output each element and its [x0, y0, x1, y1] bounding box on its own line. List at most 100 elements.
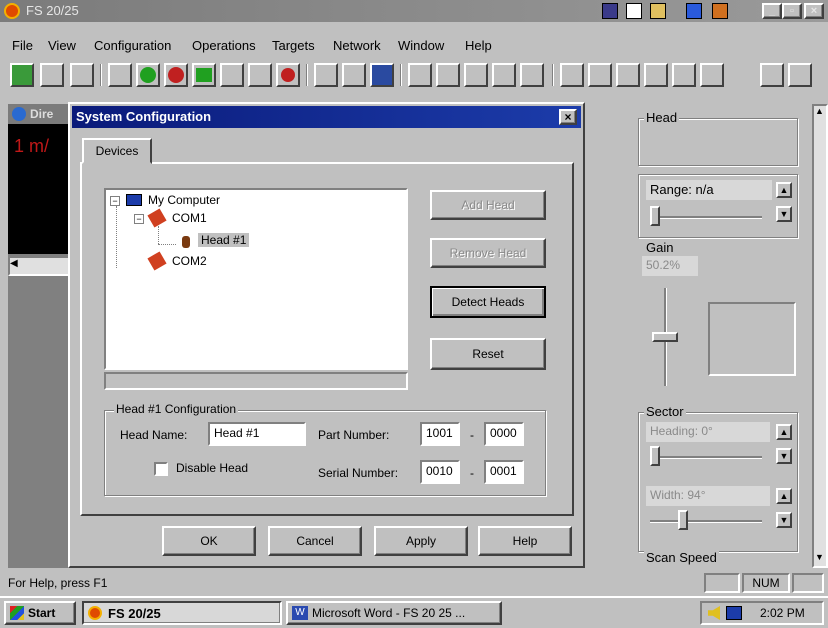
serial-number-input-2[interactable]: 0001 [484, 460, 524, 484]
menu-window[interactable]: Window [398, 38, 444, 53]
scroll-up-icon[interactable]: ▲ [815, 106, 824, 116]
bucket-icon[interactable] [672, 63, 696, 87]
part-number-input-2[interactable]: 0000 [484, 422, 524, 446]
crosshair-icon[interactable] [436, 63, 460, 87]
menu-file[interactable]: File [12, 38, 33, 53]
scroll-left-icon[interactable]: ◀ [10, 258, 18, 269]
heading-slider[interactable] [650, 446, 762, 468]
range-up-button[interactable]: ▲ [776, 182, 792, 198]
reset-button[interactable]: Reset [430, 338, 546, 370]
binoculars-icon[interactable] [40, 63, 64, 87]
run-icon[interactable] [136, 63, 160, 87]
grid-icon[interactable] [464, 63, 488, 87]
gain-slider-thumb[interactable] [652, 332, 678, 342]
gain-slider[interactable] [646, 288, 686, 388]
magnifier-icon[interactable] [760, 63, 784, 87]
serial-number-dash: - [470, 466, 474, 480]
heading-down-button[interactable]: ▼ [776, 448, 792, 464]
close-button[interactable]: × [804, 3, 824, 19]
paint-icon[interactable] [712, 3, 728, 19]
diamond-icon[interactable] [588, 63, 612, 87]
s-icon[interactable] [560, 63, 584, 87]
menu-network[interactable]: Network [333, 38, 381, 53]
minimize-button[interactable]: _ [762, 3, 782, 19]
windows-logo-icon [10, 606, 24, 620]
part-number-label: Part Number: [318, 428, 390, 442]
disable-head-checkbox[interactable] [154, 462, 168, 476]
fast-forward-icon[interactable] [220, 63, 244, 87]
menu-operations[interactable]: Operations [192, 38, 256, 53]
stop-icon[interactable] [164, 63, 188, 87]
range-readout: 1 m/ [14, 136, 50, 156]
window-cascade-icon[interactable] [626, 3, 642, 19]
width-up-button[interactable]: ▲ [776, 488, 792, 504]
task-fs2025[interactable]: FS 20/25 [82, 601, 282, 625]
volume-icon[interactable] [708, 606, 720, 620]
width-slider-thumb[interactable] [678, 510, 688, 530]
menu-targets[interactable]: Targets [272, 38, 315, 53]
pause-icon[interactable] [248, 63, 272, 87]
network-icon[interactable] [726, 606, 742, 620]
range-slider-thumb[interactable] [650, 206, 660, 226]
add-head-button[interactable]: Add Head [430, 190, 546, 220]
play-icon[interactable] [192, 63, 216, 87]
tab-devices[interactable]: Devices [82, 138, 152, 164]
clock[interactable]: 2:02 PM [760, 606, 805, 620]
menu-configuration[interactable]: Configuration [94, 38, 171, 53]
width-down-button[interactable]: ▼ [776, 512, 792, 528]
record-icon[interactable] [276, 63, 300, 87]
task-word-label: Microsoft Word - FS 20 25 ... [312, 606, 466, 620]
heading-up-button[interactable]: ▲ [776, 424, 792, 440]
refresh-icon[interactable] [314, 63, 338, 87]
zoom-region-icon[interactable] [492, 63, 516, 87]
left-window-display: 1 m/ [8, 124, 72, 254]
tree-item-com1[interactable]: COM1 [172, 211, 207, 225]
save-icon[interactable] [370, 63, 394, 87]
range-slider[interactable] [650, 206, 762, 228]
folder-icon[interactable] [650, 3, 666, 19]
left-window-hscroll[interactable]: ◀ [8, 256, 72, 276]
status-bar: For Help, press F1 NUM [0, 572, 828, 594]
maximize-button[interactable]: ▫ [782, 3, 802, 19]
pointer-icon[interactable] [408, 63, 432, 87]
app-logo-icon [4, 3, 20, 19]
ie-icon[interactable] [686, 3, 702, 19]
ok-button[interactable]: OK [162, 526, 256, 556]
circle-icon[interactable] [644, 63, 668, 87]
camera-icon[interactable] [108, 63, 132, 87]
monitor-icon[interactable] [10, 63, 34, 87]
apply-button[interactable]: Apply [374, 526, 468, 556]
rhombus-icon[interactable] [616, 63, 640, 87]
detect-heads-button[interactable]: Detect Heads [430, 286, 546, 318]
help-button[interactable]: Help [478, 526, 572, 556]
battery-icon[interactable] [342, 63, 366, 87]
dialog-close-button[interactable]: × [559, 109, 577, 125]
range-down-button[interactable]: ▼ [776, 206, 792, 222]
heading-slider-thumb[interactable] [650, 446, 660, 466]
pencil-icon[interactable] [70, 63, 94, 87]
right-panel-vscroll[interactable]: ▲ ▼ [812, 104, 828, 568]
tree-item-my-computer[interactable]: My Computer [148, 193, 220, 207]
start-button[interactable]: Start [4, 601, 76, 625]
width-slider[interactable] [650, 510, 762, 532]
window-tile-icon[interactable] [602, 3, 618, 19]
tree-expander-com1[interactable]: − [134, 214, 144, 224]
tree-item-com2[interactable]: COM2 [172, 254, 207, 268]
part-number-input-1[interactable]: 1001 [420, 422, 460, 446]
left-window-titlebar: Dire [8, 104, 72, 124]
remove-head-button[interactable]: Remove Head [430, 238, 546, 268]
task-word[interactable]: W Microsoft Word - FS 20 25 ... [286, 601, 502, 625]
toolbar-separator [100, 64, 102, 86]
device-tree[interactable]: − My Computer − COM1 Head #1 COM2 [104, 188, 408, 370]
serial-number-input-1[interactable]: 0010 [420, 460, 460, 484]
menu-view[interactable]: View [48, 38, 76, 53]
head-name-input[interactable]: Head #1 [208, 422, 306, 446]
cancel-button[interactable]: Cancel [268, 526, 362, 556]
scroll-down-icon[interactable]: ▼ [815, 552, 824, 562]
tree-item-head1[interactable]: Head #1 [198, 233, 250, 247]
menu-help[interactable]: Help [465, 38, 492, 53]
home-icon[interactable] [700, 63, 724, 87]
panel-icon[interactable] [788, 63, 812, 87]
tree-expander-root[interactable]: − [110, 196, 120, 206]
angle-icon[interactable] [520, 63, 544, 87]
